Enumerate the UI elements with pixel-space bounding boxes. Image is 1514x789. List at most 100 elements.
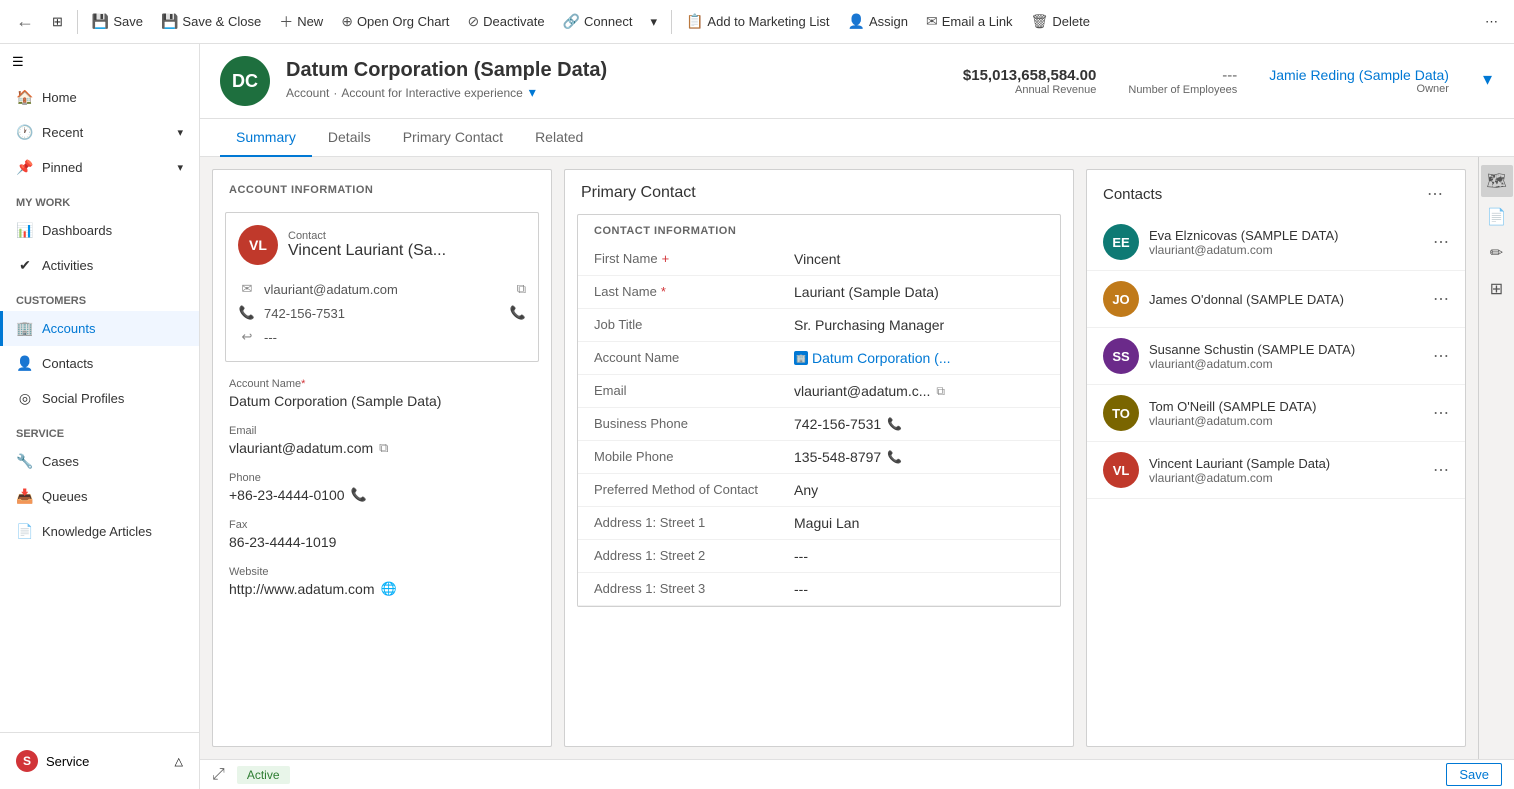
contact-list-more-button[interactable]: ⋯ <box>1433 346 1449 366</box>
sidebar-item-recent[interactable]: 🕐 Recent ▾ <box>0 115 199 150</box>
sidebar: ☰ 🏠 Home 🕐 Recent ▾ 📌 Pinned ▾ My Work 📊… <box>0 44 200 789</box>
hamburger-menu[interactable]: ☰ <box>0 44 199 80</box>
marketing-list-button[interactable]: 📋 Add to Marketing List <box>678 7 838 36</box>
extra-icon: ↩ <box>238 329 256 345</box>
contact-list-item: VL Vincent Lauriant (Sample Data) vlauri… <box>1087 442 1465 499</box>
account-name-value: Datum Corporation (Sample Data) <box>229 393 535 409</box>
ci-account-name-value: 🏢 Datum Corporation (... <box>794 350 1044 366</box>
phone-call-icon[interactable]: 📞 <box>510 305 526 321</box>
sidebar-item-queues[interactable]: 📥 Queues <box>0 479 199 514</box>
toolbar: ← ⊞ 💾 Save 💾 Save & Close ＋ New ⊕ Open O… <box>0 0 1514 44</box>
owner-label: Owner <box>1269 83 1449 95</box>
org-chart-button[interactable]: ⊕ Open Org Chart <box>333 7 457 36</box>
account-info-title: ACCOUNT INFORMATION <box>213 170 551 204</box>
annual-revenue-label: Annual Revenue <box>963 84 1096 96</box>
connect-dropdown[interactable]: ▾ <box>642 8 665 36</box>
contact-extra-detail: ↩ --- <box>238 325 526 349</box>
tab-related[interactable]: Related <box>519 119 599 157</box>
expand-button[interactable]: ⤢ <box>212 766 225 784</box>
more-commands-button[interactable]: ⋯ <box>1477 8 1506 36</box>
save-button[interactable]: 💾 Save <box>84 7 151 36</box>
sidebar-item-social-profiles[interactable]: ◎ Social Profiles <box>0 381 199 416</box>
account-link[interactable]: 🏢 Datum Corporation (... <box>794 350 951 366</box>
job-title-row: Job Title Sr. Purchasing Manager <box>578 309 1060 342</box>
contact-list-email: vlauriant@adatum.com <box>1149 414 1423 428</box>
phone-value: +86-23-4444-0100 <box>229 487 345 503</box>
employees-label: Number of Employees <box>1128 84 1237 96</box>
website-globe-icon[interactable]: 🌐 <box>381 581 397 597</box>
rs-table-icon[interactable]: ⊞ <box>1481 273 1513 305</box>
business-phone-call-icon[interactable]: 📞 <box>887 417 902 431</box>
mobile-phone-call-icon[interactable]: 📞 <box>887 450 902 464</box>
subtype-expand-button[interactable]: ▾ <box>527 82 538 103</box>
address-street2-label: Address 1: Street 2 <box>594 548 794 563</box>
email-link-button[interactable]: ✉ Email a Link <box>918 7 1021 36</box>
contact-label: Contact <box>288 230 446 242</box>
phone-call-icon2[interactable]: 📞 <box>351 487 367 503</box>
delete-icon: 🗑 <box>1031 13 1049 30</box>
connect-button[interactable]: 🔗 Connect <box>555 7 641 36</box>
save-close-button[interactable]: 💾 Save & Close <box>153 7 269 36</box>
sidebar-item-contacts[interactable]: 👤 Contacts <box>0 346 199 381</box>
record-expand-button[interactable]: ▾ <box>1481 67 1494 92</box>
email-icon: ✉ <box>238 281 256 297</box>
email-copy-icon2[interactable]: ⧉ <box>379 440 388 456</box>
back-button[interactable]: ← <box>8 5 42 38</box>
pin-icon: 📌 <box>16 159 34 176</box>
address-street1-value: Magui Lan <box>794 515 1044 531</box>
delete-button[interactable]: 🗑 Delete <box>1023 7 1098 36</box>
record-title-area: Datum Corporation (Sample Data) Account … <box>286 59 947 103</box>
rs-map-icon[interactable]: 🗺 <box>1481 165 1513 197</box>
rs-edit-icon[interactable]: ✏ <box>1481 237 1513 269</box>
ci-email-label: Email <box>594 383 794 398</box>
tab-primary-contact[interactable]: Primary Contact <box>387 119 519 157</box>
org-chart-icon: ⊕ <box>341 13 353 30</box>
last-name-label: Last Name * <box>594 284 794 299</box>
contact-list-avatar: SS <box>1103 338 1139 374</box>
contact-info-section-title: CONTACT INFORMATION <box>578 215 1060 243</box>
account-name-row: Account Name 🏢 Datum Corporation (... <box>578 342 1060 375</box>
contact-info-box: CONTACT INFORMATION First Name + Vincent… <box>577 214 1061 607</box>
rs-document-icon[interactable]: 📄 <box>1481 201 1513 233</box>
job-title-label: Job Title <box>594 317 794 332</box>
contacts-more-button[interactable]: ⋯ <box>1421 182 1449 206</box>
website-field: Website http://www.adatum.com 🌐 <box>213 558 551 605</box>
sidebar-item-home[interactable]: 🏠 Home <box>0 80 199 115</box>
sidebar-item-knowledge-articles[interactable]: 📄 Knowledge Articles <box>0 514 199 549</box>
tab-summary[interactable]: Summary <box>220 119 312 157</box>
address-street1-label: Address 1: Street 1 <box>594 515 794 530</box>
content-area: DC Datum Corporation (Sample Data) Accou… <box>200 44 1514 789</box>
tab-details[interactable]: Details <box>312 119 387 157</box>
email-field: Email vlauriant@adatum.com ⧉ <box>213 417 551 464</box>
email-value: vlauriant@adatum.com <box>229 440 373 456</box>
phone-label: Phone <box>229 472 535 484</box>
sidebar-item-dashboards[interactable]: 📊 Dashboards <box>0 213 199 248</box>
email-copy-icon[interactable]: ⧉ <box>517 281 526 297</box>
contact-list-more-button[interactable]: ⋯ <box>1433 232 1449 252</box>
job-title-value: Sr. Purchasing Manager <box>794 317 1044 333</box>
contact-list-more-button[interactable]: ⋯ <box>1433 289 1449 309</box>
view-icon: ⊞ <box>52 14 63 30</box>
sidebar-bottom-service[interactable]: S Service △ <box>0 741 199 781</box>
contact-list-email: vlauriant@adatum.com <box>1149 357 1423 371</box>
sidebar-item-pinned[interactable]: 📌 Pinned ▾ <box>0 150 199 185</box>
sidebar-item-cases[interactable]: 🔧 Cases <box>0 444 199 479</box>
contact-list-more-button[interactable]: ⋯ <box>1433 403 1449 423</box>
new-button[interactable]: ＋ New <box>271 6 331 38</box>
sidebar-item-activities[interactable]: ✔ Activities <box>0 248 199 283</box>
status-save-button[interactable]: Save <box>1446 763 1502 786</box>
ci-email-copy-icon[interactable]: ⧉ <box>936 384 945 399</box>
cases-icon: 🔧 <box>16 453 34 470</box>
assign-button[interactable]: 👤 Assign <box>840 7 916 36</box>
deactivate-button[interactable]: ⊘ Deactivate <box>459 7 552 36</box>
contact-list-more-button[interactable]: ⋯ <box>1433 460 1449 480</box>
sidebar-item-accounts[interactable]: 🏢 Accounts <box>0 311 199 346</box>
service-section: Service <box>0 416 199 444</box>
first-name-value: Vincent <box>794 251 1044 267</box>
view-toggle-button[interactable]: ⊞ <box>44 8 71 36</box>
owner-value-link[interactable]: Jamie Reding (Sample Data) <box>1269 67 1449 83</box>
contact-list-item: SS Susanne Schustin (SAMPLE DATA) vlauri… <box>1087 328 1465 385</box>
activities-icon: ✔ <box>16 257 34 274</box>
marketing-icon: 📋 <box>686 13 703 30</box>
business-phone-value: 742-156-7531 📞 <box>794 416 1044 432</box>
